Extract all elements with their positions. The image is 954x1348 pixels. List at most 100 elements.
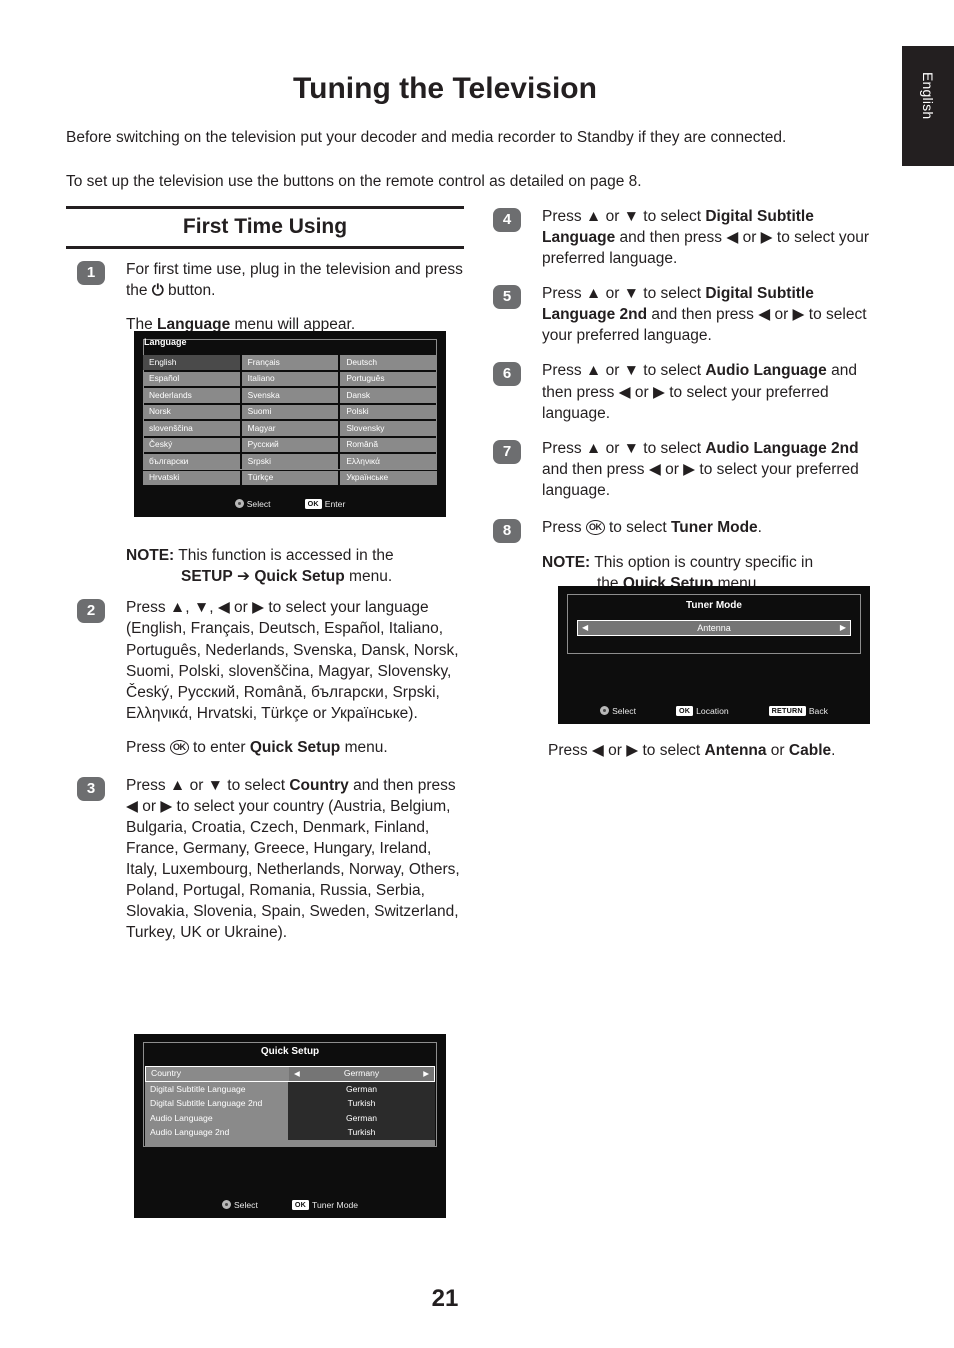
intro-paragraph-2: To set up the television use the buttons… — [66, 173, 642, 190]
note-1-line-2: SETUP ➔ Quick Setup menu. — [126, 566, 466, 587]
step-7-text-bold: Audio Language 2nd — [705, 439, 859, 457]
step-7-badge: 7 — [493, 439, 521, 464]
osd-quick-setup-rows: Country Germany ◀ ▶ Digital Subtitle Languag… — [145, 1066, 435, 1147]
note-2-text: This option is country specific in — [590, 554, 814, 572]
language-option[interactable]: Srpski — [241, 454, 339, 469]
osd-language-footer-select[interactable]: Select — [234, 499, 271, 509]
step-2-text-c: menu. — [340, 738, 388, 756]
language-tab: English — [902, 46, 954, 166]
osd-tuner-footer-select[interactable]: Select — [600, 706, 636, 716]
arrow-left-icon[interactable]: ◀ — [294, 1067, 300, 1080]
return-keycap-icon: RETURN — [768, 705, 806, 716]
step-2-line-2: Press OK to enter Quick Setup menu. — [126, 737, 466, 758]
closing-text-c: . — [831, 742, 836, 759]
osd-quick-setup-footer-select[interactable]: Select — [221, 1200, 258, 1210]
language-option[interactable]: Italiano — [241, 371, 339, 386]
quick-setup-row-label: Audio Language — [150, 1112, 213, 1123]
step-3-badge: 3 — [77, 776, 105, 801]
language-option[interactable]: Polski — [340, 404, 437, 419]
language-option[interactable]: Română — [340, 437, 437, 452]
language-option[interactable]: Nederlands — [143, 388, 240, 403]
step-7-text-a: Press ▲ or ▼ to select — [542, 439, 706, 457]
quick-setup-row[interactable]: Audio Language German — [145, 1110, 435, 1125]
osd-language-enter-label: Enter — [324, 498, 346, 509]
language-option[interactable]: Español — [143, 371, 240, 386]
quick-setup-row[interactable]: Country Germany ◀ ▶ — [145, 1066, 435, 1082]
arrow-right-icon: ➔ — [237, 567, 250, 586]
language-option[interactable]: Ελληνικά — [340, 454, 437, 469]
step-8-text-a: Press — [542, 518, 586, 536]
quick-setup-row[interactable]: Audio Language 2nd Turkish — [145, 1125, 435, 1140]
osd-quick-setup-tuner-label: Tuner Mode — [312, 1199, 359, 1210]
language-option[interactable]: Türkçe — [241, 470, 339, 485]
page-title: Tuning the Television — [293, 72, 597, 105]
osd-tuner-mode-value: Antenna — [697, 623, 731, 633]
language-option[interactable]: Français — [241, 355, 339, 370]
language-option[interactable]: Magyar — [241, 421, 339, 436]
osd-tuner-footer-back[interactable]: RETURN Back — [768, 705, 828, 716]
step-6-text-bold: Audio Language — [705, 362, 827, 380]
quick-setup-row-label: Country — [151, 1068, 182, 1078]
note-2-label: NOTE: — [542, 554, 591, 572]
step-8-text: Press OK to select Tuner Mode. — [542, 517, 882, 538]
arrow-left-icon[interactable]: ◀ — [582, 621, 588, 635]
step-2-text-bold: Quick Setup — [249, 738, 341, 756]
step-8: 8 Press OK to select Tuner Mode. — [482, 517, 882, 543]
power-icon: ⏻ — [151, 281, 164, 300]
language-tab-label: English — [920, 72, 936, 120]
step-5-text-a: Press ▲ or ▼ to select — [542, 285, 706, 303]
language-option[interactable]: English — [143, 355, 240, 370]
language-option[interactable]: Hrvatski — [143, 470, 240, 485]
ok-keycap-icon: OK — [291, 1199, 310, 1210]
closing-antenna: Antenna — [704, 742, 767, 759]
osd-tuner-back-label: Back — [808, 705, 828, 716]
language-option[interactable]: Slovensky — [340, 421, 437, 436]
dpad-icon — [600, 706, 610, 716]
language-option[interactable]: Dansk — [340, 388, 437, 403]
osd-language-footer-enter[interactable]: OK Enter — [304, 498, 346, 509]
step-7-text: Press ▲ or ▼ to select Audio Language 2n… — [542, 438, 882, 501]
osd-tuner-location-label: Location — [696, 705, 729, 716]
note-1-quicksetup: Quick Setup — [254, 568, 345, 586]
step-2-text: Press ▲, ▼, ◀ or ▶ to select your langua… — [126, 599, 459, 722]
step-3-text-a: Press ▲ or ▼ to select — [126, 776, 290, 794]
osd-tuner-mode-title: Tuner Mode — [686, 600, 742, 611]
osd-language-grid: English Français Deutsch Español Italiano Por… — [143, 355, 437, 485]
osd-tuner-footer-location[interactable]: OK Location — [675, 705, 729, 716]
step-4-text-a: Press ▲ or ▼ to select — [542, 208, 706, 225]
note-1-text: This function is accessed in the — [174, 547, 394, 565]
osd-quick-setup-footer-tuner[interactable]: OK Tuner Mode — [291, 1199, 359, 1210]
quick-setup-row[interactable]: Digital Subtitle Language German — [145, 1081, 435, 1096]
arrow-right-icon[interactable]: ▶ — [840, 621, 846, 635]
language-option[interactable]: Português — [340, 371, 437, 386]
language-option[interactable]: slovenščina — [143, 421, 240, 436]
language-option[interactable]: български — [143, 454, 240, 469]
language-option[interactable]: Deutsch — [340, 355, 437, 370]
ok-button-icon: OK — [585, 519, 605, 535]
quick-setup-row-label: Audio Language 2nd — [150, 1127, 230, 1137]
quick-setup-row-value: German — [288, 1081, 435, 1096]
step-6: 6 Press ▲ or ▼ to select Audio Language … — [482, 360, 882, 423]
osd-quick-setup-footer: Select OK Tuner Mode — [134, 1199, 446, 1210]
step-5-badge: 5 — [493, 285, 521, 310]
language-option[interactable]: Norsk — [143, 404, 240, 419]
osd-tuner-mode-value-row[interactable]: ◀ Antenna ▶ — [577, 620, 851, 636]
closing-cable: Cable — [788, 742, 832, 759]
language-option[interactable]: Český — [143, 437, 240, 452]
step-6-text: Press ▲ or ▼ to select Audio Language an… — [542, 360, 882, 423]
step-4-text: Press ▲ or ▼ to select Digital Subtitle … — [542, 206, 882, 269]
arrow-right-icon[interactable]: ▶ — [423, 1067, 429, 1080]
step-3-text-bold: Country — [289, 776, 349, 794]
quick-setup-row-value: Germany ◀ ▶ — [289, 1067, 434, 1081]
note-1: NOTE: This function is accessed in the S… — [66, 545, 466, 587]
page-number: 21 — [431, 1285, 459, 1312]
language-option[interactable]: Русский — [241, 437, 339, 452]
osd-language-title: Language — [144, 337, 187, 347]
ok-keycap-icon: OK — [304, 498, 322, 509]
quick-setup-row-label: Digital Subtitle Language — [150, 1083, 246, 1094]
quick-setup-row[interactable]: Digital Subtitle Language 2nd Turkish — [145, 1096, 435, 1111]
language-option[interactable]: Suomi — [241, 404, 339, 419]
language-option[interactable]: Українське — [340, 470, 437, 485]
language-option[interactable]: Svenska — [241, 388, 339, 403]
step-1-line-1: For first time use, plug in the televisi… — [126, 259, 466, 301]
